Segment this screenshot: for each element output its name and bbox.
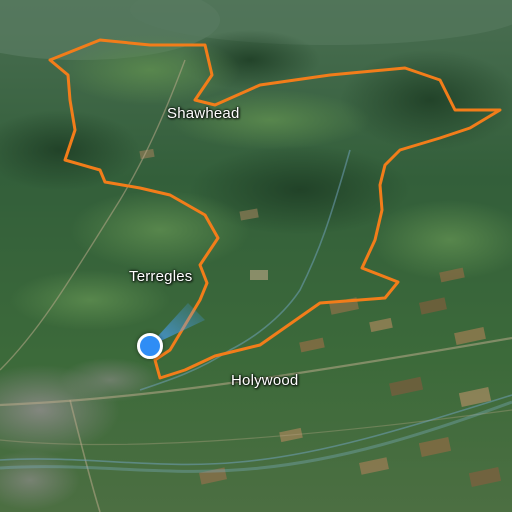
map-view[interactable]: Shawhead Terregles Holywood	[0, 0, 512, 512]
place-label-holywood[interactable]: Holywood	[231, 372, 298, 389]
user-location-marker[interactable]	[120, 298, 210, 368]
place-label-terregles[interactable]: Terregles	[129, 268, 193, 285]
place-label-shawhead[interactable]: Shawhead	[167, 105, 240, 122]
location-dot-icon	[137, 333, 163, 359]
satellite-terrain	[0, 0, 512, 512]
